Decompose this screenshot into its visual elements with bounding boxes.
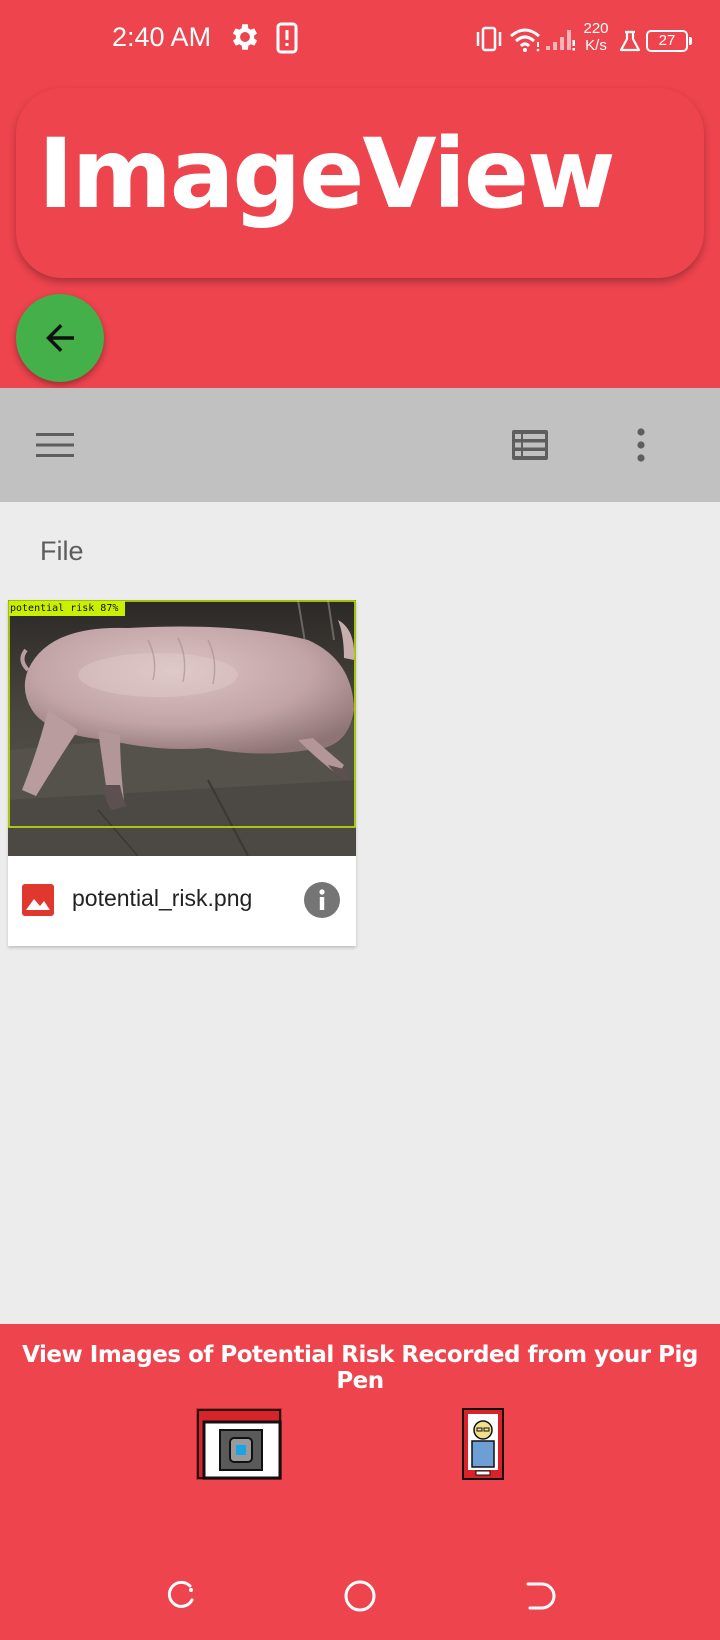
farmer-nav-icon[interactable] xyxy=(462,1408,504,1480)
arrow-left-icon xyxy=(46,324,74,352)
battery-icon: 27 xyxy=(646,30,692,52)
camera-nav-icon[interactable] xyxy=(196,1408,284,1482)
network-speed-unit: K/s xyxy=(585,37,607,54)
list-view-button[interactable] xyxy=(510,424,550,466)
more-vert-icon xyxy=(637,428,645,462)
app-header-area: 2:40 AM 220 K/s 27 ImageView xyxy=(0,0,720,388)
menu-button[interactable] xyxy=(34,424,76,466)
network-speed: 220 K/s xyxy=(578,20,614,54)
file-name: potential_risk.png xyxy=(72,885,253,911)
status-bar: 2:40 AM 220 K/s 27 xyxy=(0,0,720,80)
bottom-navigation: View Images of Potential Risk Recorded f… xyxy=(0,1324,720,1640)
back-button[interactable] xyxy=(16,294,104,382)
wifi-icon xyxy=(510,28,540,52)
more-options-button[interactable] xyxy=(626,424,656,466)
battery-level: 27 xyxy=(658,32,676,49)
network-speed-value: 220 xyxy=(583,20,609,37)
status-time: 2:40 AM xyxy=(112,22,212,52)
info-icon[interactable] xyxy=(304,882,340,918)
home-icon[interactable] xyxy=(340,1576,380,1616)
page-title: ImageView xyxy=(38,118,616,230)
back-nav-icon[interactable] xyxy=(520,1576,560,1616)
signal-icon xyxy=(546,30,575,51)
vibrate-icon xyxy=(476,26,502,52)
toolbar xyxy=(0,388,720,502)
menu-icon xyxy=(36,433,74,457)
pig-photo xyxy=(8,600,356,856)
file-card[interactable]: potential risk 87% potential_risk.png xyxy=(8,600,356,946)
recent-apps-icon[interactable] xyxy=(160,1576,200,1616)
sim-alert-icon xyxy=(276,22,298,54)
file-info-row: potential_risk.png xyxy=(8,856,356,946)
flask-icon xyxy=(619,30,641,52)
bottom-title: View Images of Potential Risk Recorded f… xyxy=(22,1342,698,1394)
image-icon xyxy=(22,884,54,916)
gear-icon xyxy=(232,24,258,50)
list-view-icon xyxy=(512,430,548,460)
file-thumbnail[interactable]: potential risk 87% xyxy=(8,600,356,856)
title-card: ImageView xyxy=(16,88,704,278)
detection-label: potential risk 87% xyxy=(10,603,119,614)
section-label: File xyxy=(40,536,84,566)
